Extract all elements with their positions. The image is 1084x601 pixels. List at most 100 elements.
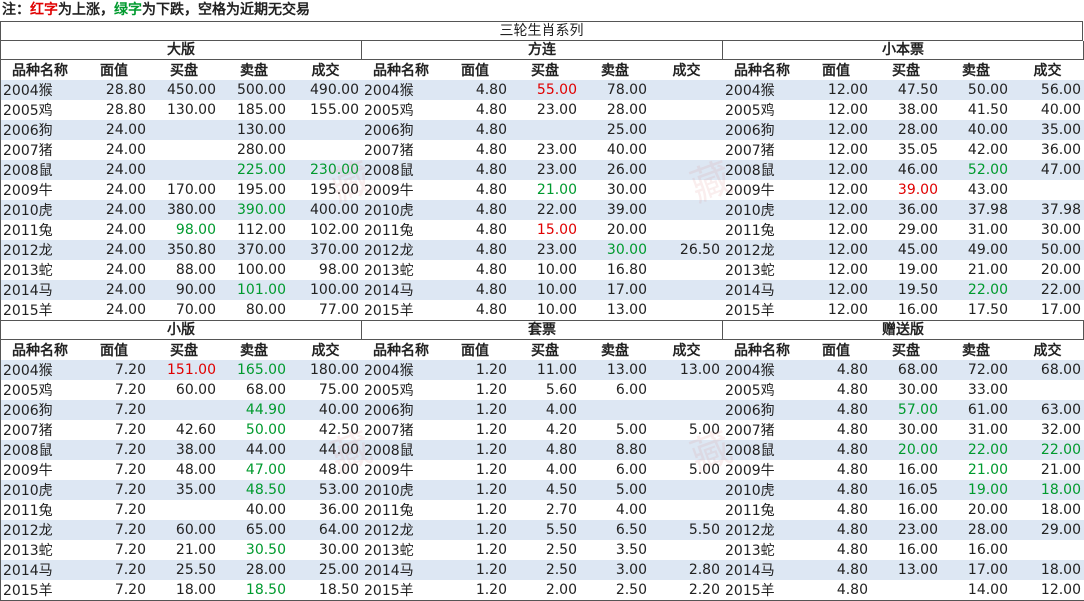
cell-deal: 30.00 [1011,220,1084,240]
cell-name: 2015羊 [1,300,79,320]
cell-face-value: 1.20 [440,380,510,400]
cell-deal: 5.00 [650,420,723,440]
table-row: 2009牛 12.00 39.00 43.00 [723,180,1084,200]
cell-name: 2007猪 [1,140,79,160]
cell-ask: 42.00 [941,140,1011,160]
cell-deal: 22.00 [1011,440,1084,460]
table-row: 2013蛇 4.80 10.00 16.80 [362,260,723,280]
cell-name: 2012龙 [1,520,79,540]
cell-face-value: 4.80 [440,240,510,260]
cell-name: 2011兔 [362,220,440,240]
cell-face-value: 1.20 [440,540,510,560]
table-row: 2014马 24.00 90.00 101.00 100.00 [1,280,362,300]
cell-name: 2010虎 [1,200,79,220]
cell-ask: 17.00 [580,280,650,300]
cell-face-value: 4.80 [801,580,871,600]
price-sheet: 三轮生肖系列 大版 品种名称 面值 买盘 卖盘 成交 2004猴 28.80 450.00 500… [0,21,1084,601]
cell-name: 2010虎 [723,480,801,500]
cell-name: 2010虎 [723,200,801,220]
cell-bid: 16.00 [871,500,941,520]
cell-ask: 41.50 [941,100,1011,120]
cell-deal [650,100,723,120]
cell-name: 2007猪 [1,420,79,440]
cell-bid: 29.00 [871,220,941,240]
table-row: 2014马 1.20 2.50 3.00 2.80 [362,560,723,580]
cell-name: 2014马 [1,280,79,300]
column-header: 成交 [289,340,362,360]
cell-name: 2014马 [362,280,440,300]
cell-ask: 26.00 [580,160,650,180]
cell-deal: 22.00 [1011,280,1084,300]
cell-name: 2014马 [723,560,801,580]
cell-deal: 370.00 [289,240,362,260]
cell-bid: 39.00 [871,180,941,200]
column-header: 品种名称 [723,340,801,360]
panel-0: 大版 品种名称 面值 买盘 卖盘 成交 2004猴 28.80 450.00 500.00 490.… [1,41,362,321]
cell-name: 2011兔 [1,500,79,520]
table-row: 2010虎 24.00 380.00 390.00 400.00 [1,200,362,220]
cell-ask: 25.00 [580,120,650,140]
table-row: 2010虎 7.20 35.00 48.50 53.00 [1,480,362,500]
cell-ask: 21.00 [941,260,1011,280]
table-row: 2004猴 4.80 68.00 72.00 68.00 [723,360,1084,380]
cell-bid [871,580,941,600]
table-row: 2015羊 12.00 16.00 17.50 17.00 [723,300,1084,320]
cell-bid: 21.00 [510,180,580,200]
cell-bid: 38.00 [149,440,219,460]
cell-ask: 18.50 [219,580,289,600]
cell-deal [650,400,723,420]
cell-deal [650,260,723,280]
table-row: 2004猴 1.20 11.00 13.00 13.00 [362,360,723,380]
table-row: 2009牛 1.20 4.00 6.00 5.00 [362,460,723,480]
cell-deal: 2.80 [650,560,723,580]
cell-name: 2010虎 [362,200,440,220]
column-header: 面值 [801,60,871,80]
cell-ask: 14.00 [941,580,1011,600]
cell-deal: 195.00 [289,180,362,200]
cell-deal: 53.00 [289,480,362,500]
cell-deal [650,180,723,200]
legend-note: 注：红字为上涨，绿字为下跌，空格为近期无交易 [0,0,1084,21]
panel-2: 小本票 品种名称 面值 买盘 卖盘 成交 2004猴 12.00 47.50 50.00 56.00… [723,41,1084,321]
column-header: 卖盘 [219,340,289,360]
table-row: 2014马 4.80 10.00 17.00 [362,280,723,300]
cell-face-value: 12.00 [801,260,871,280]
cell-ask: 39.00 [580,200,650,220]
price-table: 品种名称 面值 买盘 卖盘 成交 2004猴 12.00 47.50 50.00 56.00 200… [723,60,1084,320]
cell-ask: 80.00 [219,300,289,320]
cell-bid: 23.00 [871,520,941,540]
cell-face-value: 24.00 [79,180,149,200]
cell-face-value: 4.80 [801,480,871,500]
cell-deal [650,80,723,100]
table-row: 2007猪 1.20 4.20 5.00 5.00 [362,420,723,440]
cell-bid: 4.50 [510,480,580,500]
cell-ask: 43.00 [941,180,1011,200]
table-row: 2008鼠 4.80 20.00 22.00 22.00 [723,440,1084,460]
cell-face-value: 12.00 [801,220,871,240]
cell-name: 2006狗 [1,120,79,140]
table-row: 2005鸡 7.20 60.00 68.00 75.00 [1,380,362,400]
cell-face-value: 24.00 [79,140,149,160]
cell-deal [650,140,723,160]
cell-bid: 10.00 [510,280,580,300]
cell-bid: 18.00 [149,580,219,600]
cell-name: 2015羊 [723,580,801,600]
cell-face-value: 4.80 [801,440,871,460]
cell-ask: 22.00 [941,440,1011,460]
column-header: 成交 [650,340,723,360]
cell-ask: 31.00 [941,420,1011,440]
cell-bid: 22.00 [510,200,580,220]
cell-ask: 5.00 [580,480,650,500]
cell-ask: 225.00 [219,160,289,180]
cell-name: 2009牛 [723,460,801,480]
cell-deal: 230.00 [289,160,362,180]
cell-ask: 130.00 [219,120,289,140]
cell-deal: 98.00 [289,260,362,280]
cell-name: 2015羊 [362,300,440,320]
table-row: 2007猪 4.80 23.00 40.00 [362,140,723,160]
cell-bid: 20.00 [871,440,941,460]
cell-face-value: 1.20 [440,560,510,580]
cell-ask: 47.00 [219,460,289,480]
cell-deal: 490.00 [289,80,362,100]
cell-ask: 2.50 [580,580,650,600]
